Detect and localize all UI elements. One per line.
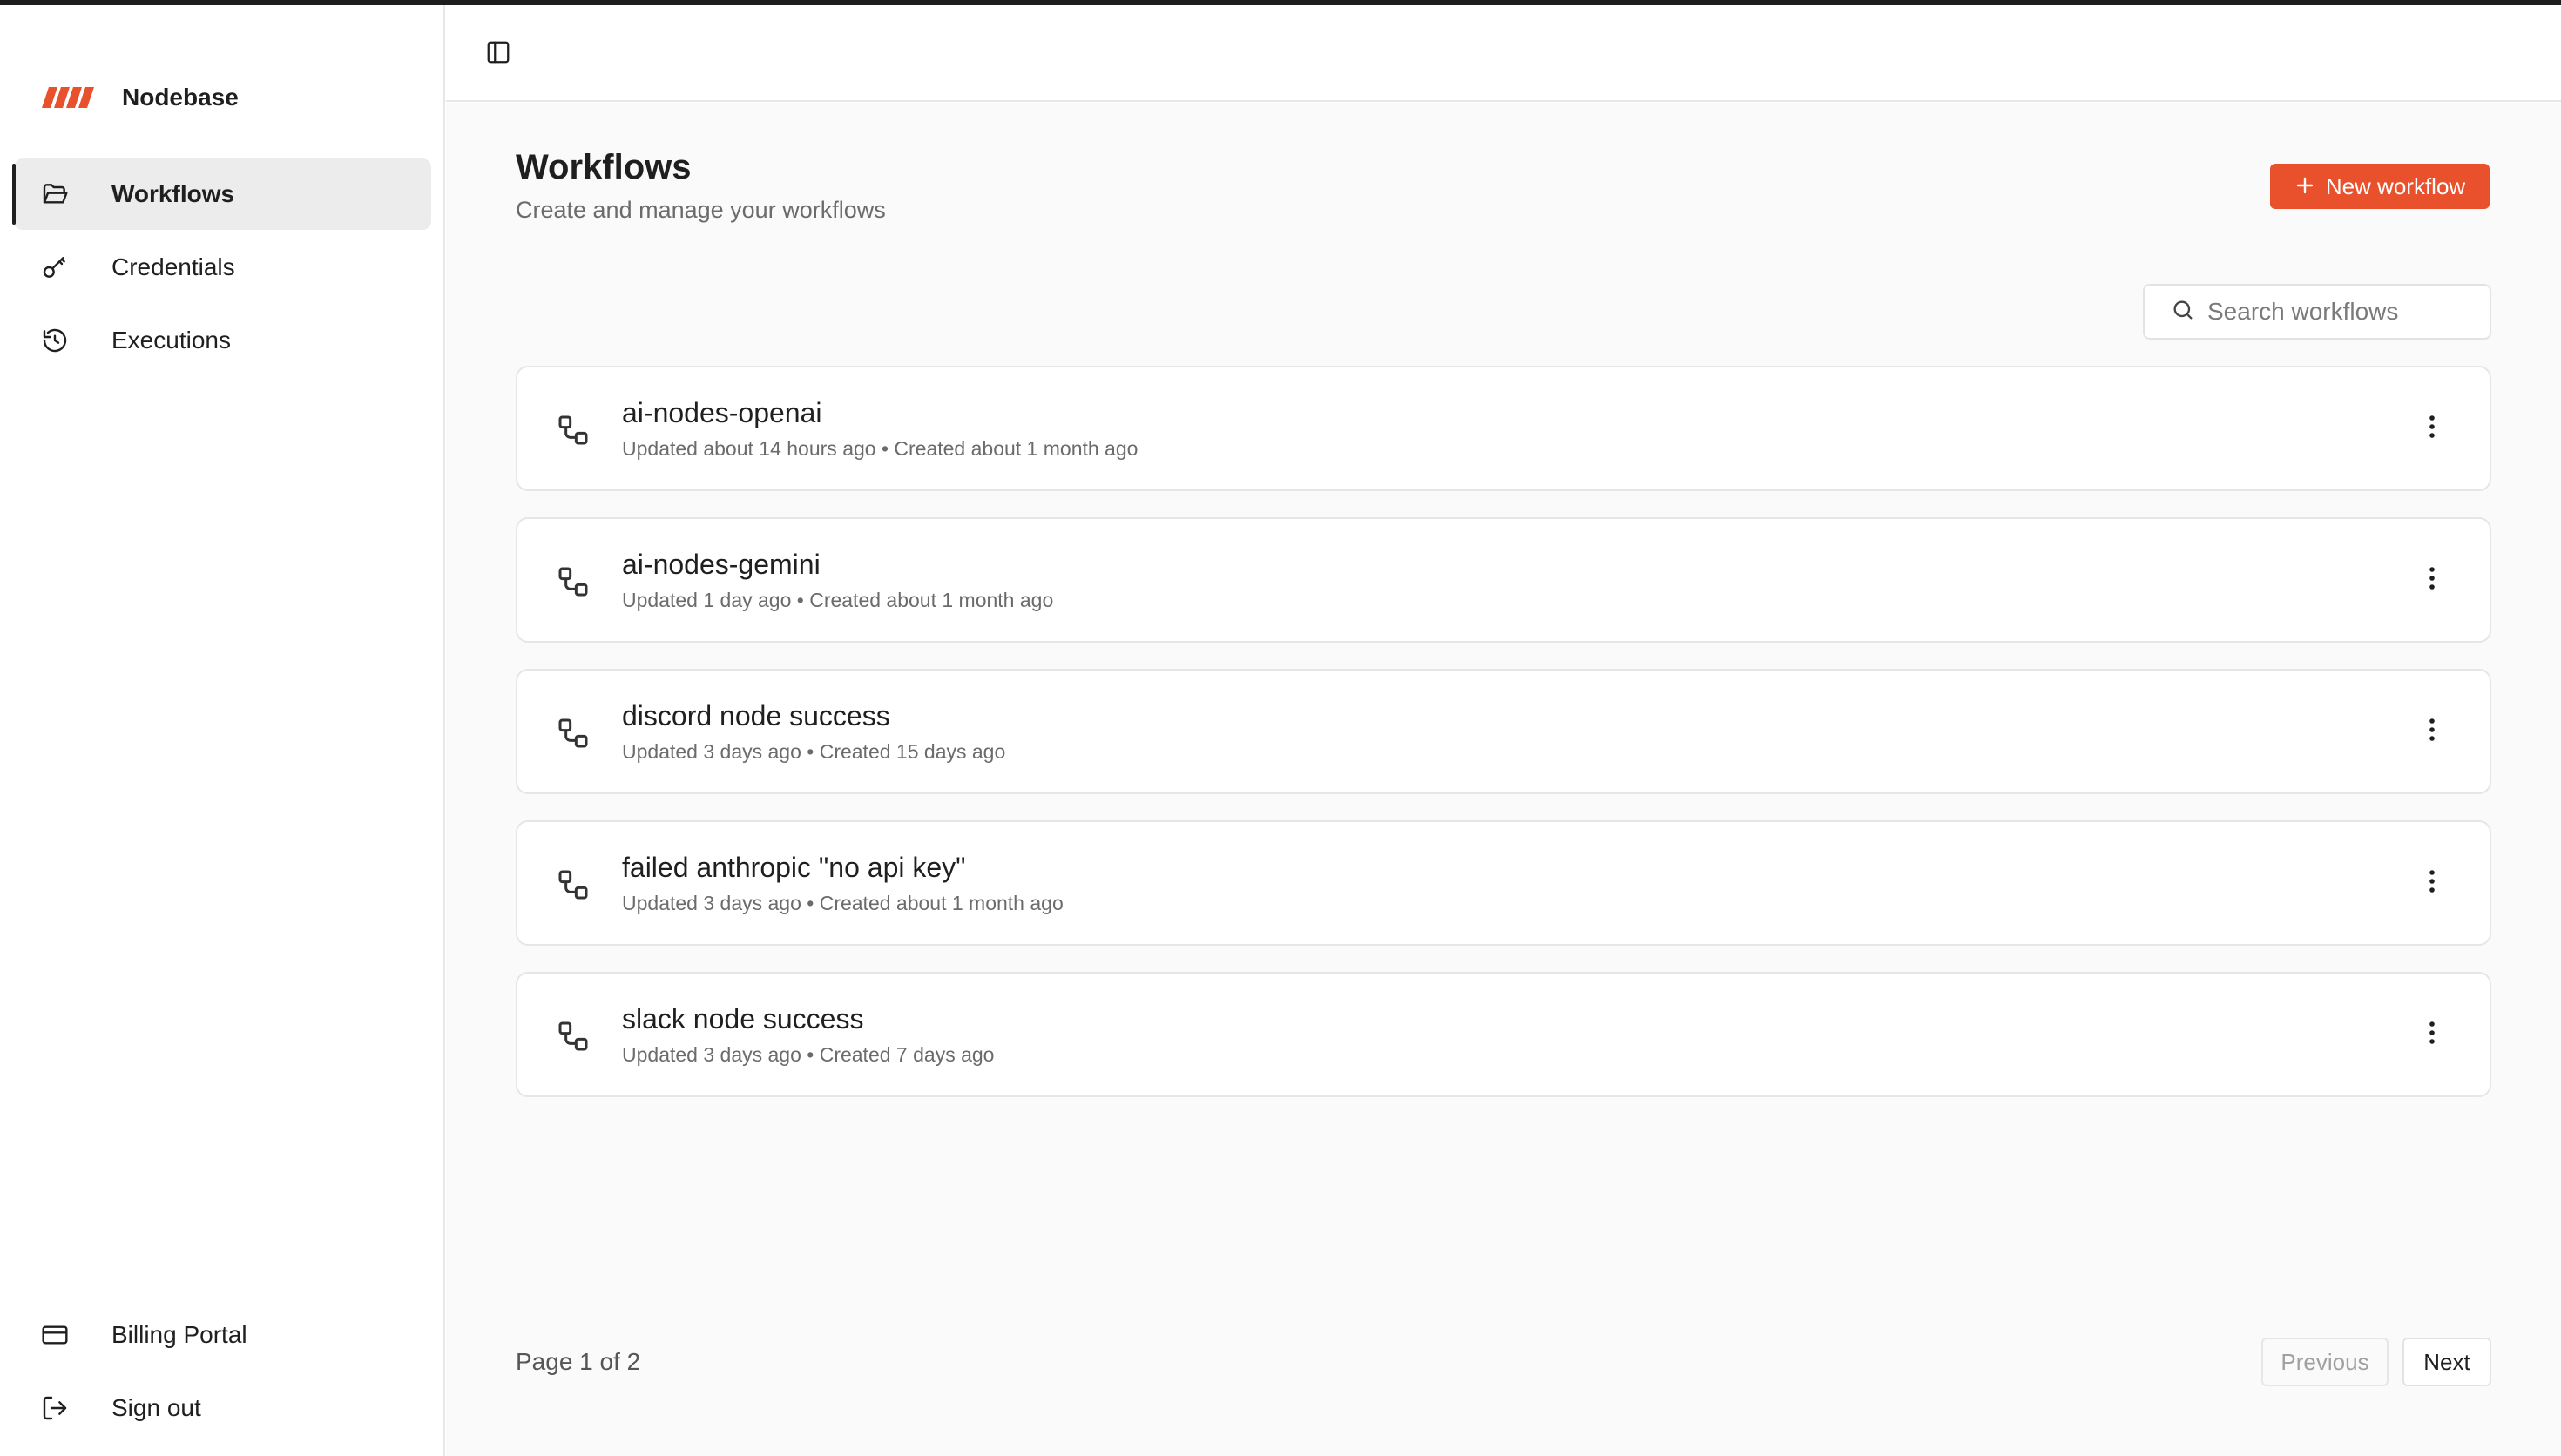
sidebar-item-executions[interactable]: Executions — [14, 305, 431, 376]
log-out-icon — [40, 1393, 70, 1423]
search-box[interactable] — [2143, 284, 2491, 340]
sidebar-toggle-button[interactable] — [483, 38, 514, 70]
more-options-button[interactable] — [2415, 411, 2450, 446]
workflow-name: slack node success — [622, 1003, 864, 1035]
workflow-meta: Updated 3 days ago • Created 15 days ago — [622, 740, 1006, 763]
workflow-card[interactable]: failed anthropic "no api key" Updated 3 … — [516, 820, 2491, 946]
pagination-status: Page 1 of 2 — [516, 1348, 641, 1375]
more-vertical-icon — [2429, 566, 2436, 595]
nodebase-logo-icon — [42, 85, 94, 110]
sidebar-item-label: Billing Portal — [111, 1321, 247, 1348]
workflow-name: ai-nodes-openai — [622, 397, 822, 428]
sidebar-item-workflows[interactable]: Workflows — [12, 158, 431, 230]
panel-left-icon — [485, 39, 511, 70]
workflow-icon — [556, 867, 591, 902]
new-workflow-label: New workflow — [2325, 172, 2466, 199]
sidebar-nav: Workflows Credentials Executions — [12, 158, 431, 378]
more-vertical-icon — [2429, 869, 2436, 898]
workflow-meta: Updated 1 day ago • Created about 1 mont… — [622, 589, 1054, 611]
sidebar-item-label: Workflows — [111, 180, 235, 207]
brand-name: Nodebase — [122, 84, 239, 111]
sidebar-item-label: Credentials — [111, 253, 235, 280]
key-icon — [40, 253, 70, 282]
more-options-button[interactable] — [2415, 866, 2450, 900]
new-workflow-button[interactable]: New workflow — [2270, 164, 2490, 209]
workflow-icon — [556, 564, 591, 599]
workflow-name: discord node success — [622, 700, 890, 731]
next-page-button[interactable]: Next — [2402, 1338, 2491, 1386]
page-subtitle: Create and manage your workflows — [516, 197, 886, 223]
more-vertical-icon — [2429, 1021, 2436, 1049]
credit-card-icon — [40, 1320, 70, 1350]
workflow-list: ai-nodes-openai Updated about 14 hours a… — [516, 366, 2491, 1123]
search-icon — [2171, 298, 2195, 327]
top-header — [446, 5, 2561, 102]
sidebar-item-billing-portal[interactable]: Billing Portal — [14, 1299, 431, 1371]
page-title: Workflows — [516, 148, 692, 186]
search-input[interactable] — [2207, 298, 2486, 326]
workflow-icon — [556, 716, 591, 751]
more-vertical-icon — [2429, 415, 2436, 443]
more-options-button[interactable] — [2415, 563, 2450, 597]
workflow-icon — [556, 413, 591, 448]
main-content: Workflows Create and manage your workflo… — [446, 103, 2561, 1456]
workflow-card[interactable]: ai-nodes-gemini Updated 1 day ago • Crea… — [516, 517, 2491, 643]
folder-open-icon — [40, 179, 70, 209]
sidebar-item-label: Sign out — [111, 1394, 201, 1421]
sidebar: Nodebase Workflows Credentials Execution… — [0, 5, 445, 1456]
more-vertical-icon — [2429, 718, 2436, 746]
more-options-button[interactable] — [2415, 714, 2450, 749]
workflow-card[interactable]: discord node success Updated 3 days ago … — [516, 669, 2491, 794]
sidebar-item-credentials[interactable]: Credentials — [14, 232, 431, 303]
sidebar-item-label: Executions — [111, 327, 231, 354]
workflow-meta: Updated 3 days ago • Created 7 days ago — [622, 1043, 995, 1066]
sidebar-item-sign-out[interactable]: Sign out — [14, 1372, 431, 1444]
workflow-name: failed anthropic "no api key" — [622, 852, 966, 883]
workflow-icon — [556, 1019, 591, 1054]
plus-icon — [2294, 172, 2315, 201]
history-icon — [40, 326, 70, 355]
previous-page-button[interactable]: Previous — [2261, 1338, 2389, 1386]
more-options-button[interactable] — [2415, 1017, 2450, 1052]
sidebar-bottom-nav: Billing Portal Sign out — [14, 1299, 431, 1446]
workflow-name: ai-nodes-gemini — [622, 549, 821, 580]
brand[interactable]: Nodebase — [42, 84, 239, 111]
workflow-meta: Updated about 14 hours ago • Created abo… — [622, 437, 1139, 460]
workflow-card[interactable]: ai-nodes-openai Updated about 14 hours a… — [516, 366, 2491, 491]
workflow-meta: Updated 3 days ago • Created about 1 mon… — [622, 892, 1064, 914]
workflow-card[interactable]: slack node success Updated 3 days ago • … — [516, 972, 2491, 1097]
